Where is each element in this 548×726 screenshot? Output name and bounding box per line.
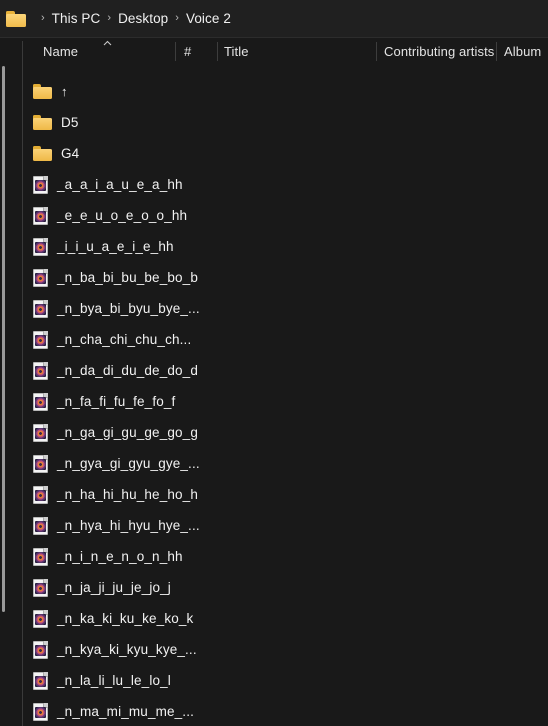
file-name-label: _n_cha_chi_chu_ch... [57, 332, 192, 347]
column-divider-4[interactable] [496, 42, 497, 61]
file-list-row[interactable]: G4 [0, 138, 548, 169]
breadcrumb-separator-1[interactable]: › [107, 13, 111, 24]
file-list-row[interactable]: _n_ga_gi_gu_ge_go_g [0, 417, 548, 448]
file-name-label: _n_i_n_e_n_o_n_hh [57, 549, 183, 564]
file-name-label: _n_ja_ji_ju_je_jo_j [57, 580, 171, 595]
breadcrumb-folder-icon[interactable] [6, 10, 26, 27]
file-list-row[interactable]: ↑ [0, 76, 548, 107]
file-name-label: _n_bya_bi_byu_bye_... [57, 301, 200, 316]
column-header-contributing-artists[interactable]: Contributing artists [384, 38, 494, 65]
file-list-row[interactable]: _n_i_n_e_n_o_n_hh [0, 541, 548, 572]
audio-file-icon [33, 671, 48, 690]
audio-file-icon [33, 423, 48, 442]
file-name-label: _n_la_li_lu_le_lo_l [57, 673, 171, 688]
file-list-row[interactable]: _n_da_di_du_de_do_d [0, 355, 548, 386]
file-list-row[interactable]: _n_kya_ki_kyu_kye_... [0, 634, 548, 665]
audio-file-icon [33, 237, 48, 256]
file-name-label: _n_ka_ki_ku_ke_ko_k [57, 611, 194, 626]
file-name-label: _e_e_u_o_e_o_o_hh [57, 208, 188, 223]
sort-ascending-chevron-icon[interactable] [103, 40, 112, 46]
file-list: ↑ D5 G4 _a_a_i_a_u_e_a_hh _e_e_u_o_e_o_o_hh _… [0, 76, 548, 726]
column-header-title[interactable]: Title [224, 38, 249, 65]
audio-file-icon [33, 361, 48, 380]
audio-file-icon [33, 547, 48, 566]
file-name-label: _a_a_i_a_u_e_a_hh [57, 177, 183, 192]
file-list-row[interactable]: _n_fa_fi_fu_fe_fo_f [0, 386, 548, 417]
file-name-label: _n_da_di_du_de_do_d [57, 363, 198, 378]
file-name-label: _n_ma_mi_mu_me_... [57, 704, 195, 719]
column-divider-1[interactable] [175, 42, 176, 61]
audio-file-icon [33, 485, 48, 504]
file-list-row[interactable]: D5 [0, 107, 548, 138]
breadcrumb-separator-2[interactable]: › [175, 13, 179, 24]
column-divider-2[interactable] [217, 42, 218, 61]
file-list-row[interactable]: _n_ha_hi_hu_he_ho_h [0, 479, 548, 510]
breadcrumb-item-voice-2[interactable]: Voice 2 [186, 11, 231, 26]
file-name-label: _n_hya_hi_hyu_hye_... [57, 518, 200, 533]
file-name-label: _n_ga_gi_gu_ge_go_g [57, 425, 198, 440]
column-header-name[interactable]: Name [43, 38, 78, 65]
file-list-row[interactable]: _n_ma_mi_mu_me_... [0, 696, 548, 726]
column-header-row: Name # Title Contributing artists Album [0, 38, 548, 65]
breadcrumb: › This PC › Desktop › Voice 2 [0, 0, 548, 38]
file-list-row[interactable]: _i_i_u_a_e_i_e_hh [0, 231, 548, 262]
file-name-label: ↑ [61, 84, 68, 99]
file-list-row[interactable]: _n_ka_ki_ku_ke_ko_k [0, 603, 548, 634]
folder-icon [33, 84, 52, 99]
file-name-label: _i_i_u_a_e_i_e_hh [57, 239, 174, 254]
folder-icon [33, 115, 52, 130]
file-list-row[interactable]: _n_cha_chi_chu_ch... [0, 324, 548, 355]
file-list-row[interactable]: _n_la_li_lu_le_lo_l [0, 665, 548, 696]
audio-file-icon [33, 454, 48, 473]
file-list-row[interactable]: _a_a_i_a_u_e_a_hh [0, 169, 548, 200]
file-name-label: _n_kya_ki_kyu_kye_... [57, 642, 197, 657]
breadcrumb-separator-0[interactable]: › [41, 13, 45, 24]
file-list-row[interactable]: _n_ba_bi_bu_be_bo_b [0, 262, 548, 293]
file-list-row[interactable]: _n_bya_bi_byu_bye_... [0, 293, 548, 324]
file-name-label: _n_ha_hi_hu_he_ho_h [57, 487, 198, 502]
file-name-label: _n_gya_gi_gyu_gye_... [57, 456, 200, 471]
file-name-label: _n_fa_fi_fu_fe_fo_f [57, 394, 176, 409]
breadcrumb-item-desktop[interactable]: Desktop [118, 11, 168, 26]
audio-file-icon [33, 578, 48, 597]
file-name-label: D5 [61, 115, 79, 130]
file-list-row[interactable]: _n_gya_gi_gyu_gye_... [0, 448, 548, 479]
file-name-label: G4 [61, 146, 80, 161]
audio-file-icon [33, 609, 48, 628]
breadcrumb-item-this-pc[interactable]: This PC [52, 11, 101, 26]
file-name-label: _n_ba_bi_bu_be_bo_b [57, 270, 198, 285]
file-list-row[interactable]: _n_ja_ji_ju_je_jo_j [0, 572, 548, 603]
folder-icon [33, 146, 52, 161]
audio-file-icon [33, 268, 48, 287]
audio-file-icon [33, 516, 48, 535]
audio-file-icon [33, 330, 48, 349]
column-header-album[interactable]: Album [504, 38, 541, 65]
column-header-number[interactable]: # [184, 38, 191, 65]
audio-file-icon [33, 175, 48, 194]
file-list-row[interactable]: _n_hya_hi_hyu_hye_... [0, 510, 548, 541]
audio-file-icon [33, 206, 48, 225]
file-explorer-window: › This PC › Desktop › Voice 2 Name # Tit… [0, 0, 548, 726]
audio-file-icon [33, 640, 48, 659]
audio-file-icon [33, 392, 48, 411]
file-list-row[interactable]: _e_e_u_o_e_o_o_hh [0, 200, 548, 231]
audio-file-icon [33, 299, 48, 318]
audio-file-icon [33, 702, 48, 721]
column-divider-3[interactable] [376, 42, 377, 61]
